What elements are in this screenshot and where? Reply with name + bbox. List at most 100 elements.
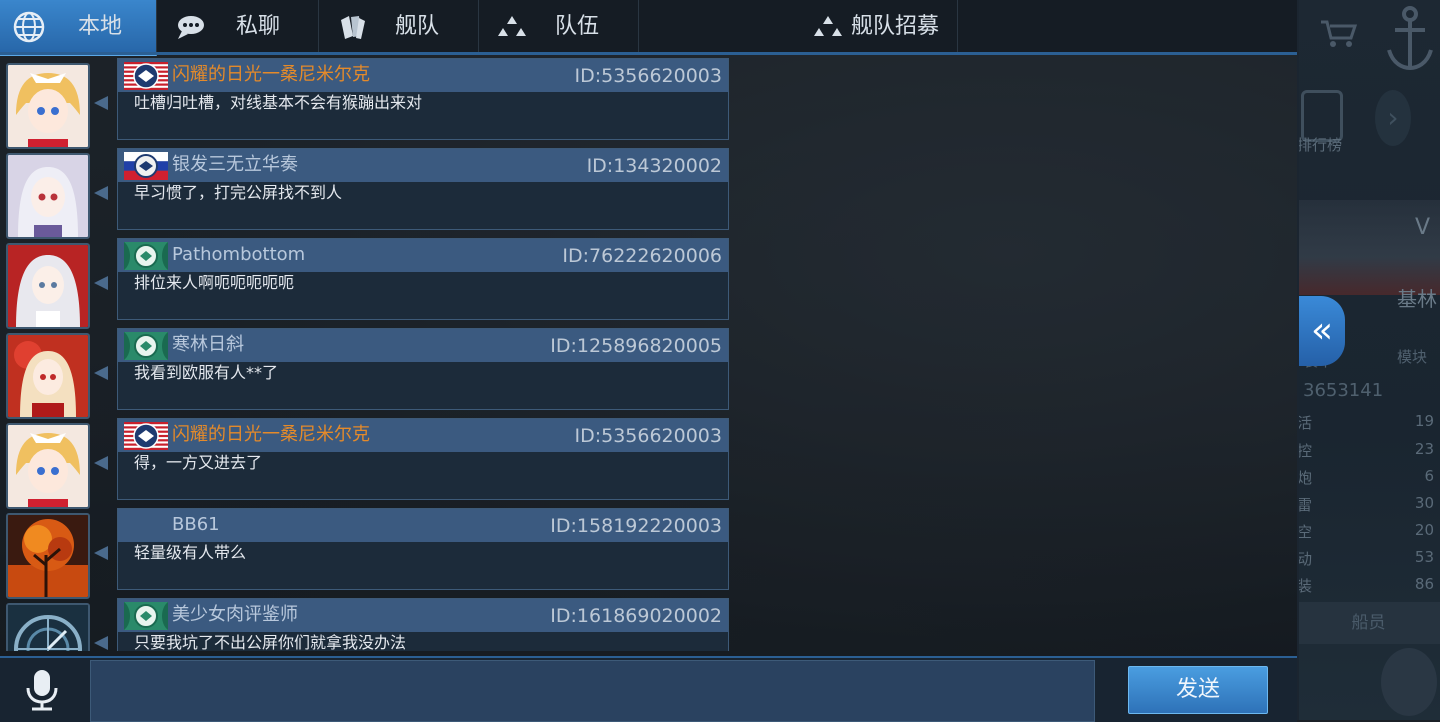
anchor-icon[interactable] <box>1385 4 1435 86</box>
message-list[interactable]: 闪耀的日光一桑尼米尔克 ID:5356620003 吐槽归吐槽，对线基本不会有猴… <box>0 55 730 651</box>
message-item: Pathombottom ID:76222620006 排位来人啊呃呃呃呃呃 <box>0 238 730 329</box>
message-bubble: 寒林日斜 ID:125896820005 我看到欧服有人**了 <box>117 328 729 410</box>
stat-row: 动 53 <box>1297 548 1434 568</box>
ship-name: 基林 <box>1397 287 1437 311</box>
sender-name[interactable]: 闪耀的日光一桑尼米尔克 <box>172 61 370 89</box>
usa-flag-icon <box>124 62 168 90</box>
tab-label: 本地 <box>78 14 123 39</box>
tab-fleet-recruit[interactable]: 舰队招募 <box>639 0 958 54</box>
message-bubble: BB61 ID:158192220003 轻量级有人带么 <box>117 508 729 590</box>
sender-name[interactable]: 银发三无立华奏 <box>172 151 298 179</box>
sender-id: ID:5356620003 <box>574 65 722 87</box>
sender-name[interactable]: BB61 <box>172 511 220 539</box>
message-item: 闪耀的日光一桑尼米尔克 ID:5356620003 得，一方又进去了 <box>0 418 730 509</box>
message-item: 银发三无立华奏 ID:134320002 早习惯了，打完公屏找不到人 <box>0 148 730 239</box>
bubble-pointer <box>94 546 108 560</box>
tab-label: 舰队 <box>395 14 440 39</box>
russia-flag-icon <box>124 152 168 180</box>
shop-cart-icon[interactable] <box>1319 18 1358 47</box>
tab-local[interactable]: 本地 <box>0 0 157 56</box>
message-item: 美少女肉评鉴师 ID:161869020002 只要我坑了不出公屏你们就拿我没办… <box>0 598 730 651</box>
message-item: 闪耀的日光一桑尼米尔克 ID:5356620003 吐槽归吐槽，对线基本不会有猴… <box>0 58 730 149</box>
message-bubble: 闪耀的日光一桑尼米尔克 ID:5356620003 得，一方又进去了 <box>117 418 729 500</box>
bubble-pointer <box>94 366 108 380</box>
crew-button[interactable]: 船员 <box>1297 602 1440 644</box>
module-label[interactable]: 模块 <box>1397 346 1427 367</box>
stat-row: 控 23 <box>1297 440 1434 460</box>
green-emblem-icon <box>124 602 168 630</box>
avatar[interactable] <box>6 603 90 651</box>
cards-icon <box>335 10 369 44</box>
message-text: 吐槽归吐槽，对线基本不会有猴蹦出来对 <box>134 93 423 112</box>
stat-row: 炮6 <box>1297 467 1434 487</box>
chat-panel: 本地 私聊 舰队 队伍 舰队招募 闪耀的日光一桑尼米尔克 ID:53566200… <box>0 0 1299 722</box>
tab-private[interactable]: 私聊 <box>158 0 319 54</box>
stat-id: 3653141 <box>1303 380 1384 401</box>
message-header: BB61 ID:158192220003 <box>118 509 728 542</box>
sender-id: ID:5356620003 <box>574 425 722 447</box>
message-input[interactable] <box>90 660 1095 722</box>
avatar[interactable] <box>6 243 90 329</box>
message-bubble: 美少女肉评鉴师 ID:161869020002 只要我坑了不出公屏你们就拿我没办… <box>117 598 729 651</box>
sender-id: ID:125896820005 <box>550 335 722 357</box>
message-header: 银发三无立华奏 ID:134320002 <box>118 149 728 182</box>
message-item: 寒林日斜 ID:125896820005 我看到欧服有人**了 <box>0 328 730 419</box>
tab-label: 舰队招募 <box>851 14 940 39</box>
sender-name[interactable]: 美少女肉评鉴师 <box>172 601 298 629</box>
send-button[interactable]: 发送 <box>1128 666 1268 714</box>
message-text: 早习惯了，打完公屏找不到人 <box>134 183 343 202</box>
chat-tabs: 本地 私聊 舰队 队伍 舰队招募 <box>0 0 1297 56</box>
avatar[interactable] <box>6 333 90 419</box>
sender-id: ID:134320002 <box>586 155 722 177</box>
green-emblem-icon <box>124 332 168 360</box>
message-header: 美少女肉评鉴师 ID:161869020002 <box>118 599 728 632</box>
ship-tier: V <box>1415 215 1431 240</box>
sender-id: ID:161869020002 <box>550 605 722 627</box>
message-header: 闪耀的日光一桑尼米尔克 ID:5356620003 <box>118 419 728 452</box>
chat-input-bar: 发送 <box>0 656 1297 722</box>
tab-team[interactable]: 队伍 <box>479 0 639 54</box>
stat-row: 活 19 <box>1297 412 1434 432</box>
tab-label: 队伍 <box>555 14 600 39</box>
stat-row: 装 86 <box>1297 575 1434 595</box>
globe-icon <box>12 10 46 44</box>
green-emblem-icon <box>124 242 168 270</box>
message-text: 只要我坑了不出公屏你们就拿我没办法 <box>134 633 407 651</box>
next-arrow-icon[interactable]: › <box>1375 90 1411 146</box>
message-header: Pathombottom ID:76222620006 <box>118 239 728 272</box>
team-icon <box>811 10 845 44</box>
usa-flag-icon <box>124 422 168 450</box>
bubble-pointer <box>94 276 108 290</box>
captain-avatar[interactable] <box>1381 648 1437 716</box>
bubble-pointer <box>94 636 108 650</box>
sender-id: ID:158192220003 <box>550 515 722 537</box>
message-header: 闪耀的日光一桑尼米尔克 ID:5356620003 <box>118 59 728 92</box>
sender-name[interactable]: 寒林日斜 <box>172 331 244 359</box>
tab-label: 私聊 <box>236 14 281 39</box>
message-text: 我看到欧服有人**了 <box>134 363 279 382</box>
message-text: 得，一方又进去了 <box>134 453 263 472</box>
stat-row: 雷 30 <box>1297 494 1434 514</box>
avatar[interactable] <box>6 423 90 509</box>
message-item: BB61 ID:158192220003 轻量级有人带么 <box>0 508 730 599</box>
microphone-icon[interactable] <box>22 668 62 712</box>
avatar[interactable] <box>6 153 90 239</box>
tab-fleet[interactable]: 舰队 <box>319 0 479 54</box>
sender-name[interactable]: 闪耀的日光一桑尼米尔克 <box>172 421 370 449</box>
double-chevron-left-icon[interactable]: « <box>1299 296 1345 366</box>
stat-row: 空 20 <box>1297 521 1434 541</box>
sender-id: ID:76222620006 <box>562 245 722 267</box>
bubble-pointer <box>94 96 108 110</box>
chat-bubble-icon <box>174 10 208 44</box>
message-text: 排位来人啊呃呃呃呃呃 <box>134 273 295 292</box>
message-text: 轻量级有人带么 <box>134 543 247 562</box>
team-icon <box>495 10 529 44</box>
avatar[interactable] <box>6 63 90 149</box>
avatar[interactable] <box>6 513 90 599</box>
sender-name[interactable]: Pathombottom <box>172 241 305 269</box>
bubble-pointer <box>94 456 108 470</box>
leaderboard-label: 排行榜 <box>1297 136 1343 154</box>
message-bubble: 闪耀的日光一桑尼米尔克 ID:5356620003 吐槽归吐槽，对线基本不会有猴… <box>117 58 729 140</box>
message-header: 寒林日斜 ID:125896820005 <box>118 329 728 362</box>
bubble-pointer <box>94 186 108 200</box>
